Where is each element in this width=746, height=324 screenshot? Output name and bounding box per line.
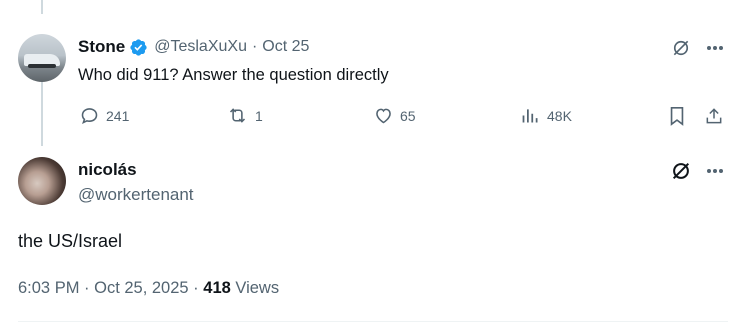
views-count-bold: 418 [203,279,231,297]
divider [18,321,728,322]
tweet-timestamp[interactable]: 6:03 PM · Oct 25, 2025 [18,279,189,297]
thread-line [41,82,43,146]
repost-count: 1 [255,107,263,124]
footer-separator: · [188,279,204,297]
bookmark-icon[interactable] [666,105,688,127]
like-count: 65 [400,107,416,124]
repost-icon [229,108,246,123]
share-icon[interactable] [703,105,725,127]
tweet-footer: 6:03 PM · Oct 25, 2025 · 418 Views [18,279,279,298]
more-options-icon[interactable] [704,37,726,59]
avatar-nicolas[interactable] [18,157,66,205]
avatar-stone[interactable] [18,34,66,82]
reply-author-name[interactable]: nicolás [78,160,137,180]
reply-author-handle[interactable]: @workertenant [78,185,194,205]
grok-icon[interactable] [670,37,692,59]
reply-button[interactable]: 241 [79,105,129,126]
reply-tweet-text: the US/Israel [18,231,123,251]
parent-tweet-header: Stone @TeslaXuXu · Oct 25 [78,37,309,57]
author-handle[interactable]: @TeslaXuXu [154,38,247,56]
reply-icon [81,108,98,124]
reply-count: 241 [106,107,130,124]
reply-handle-row: @workertenant [78,185,194,205]
author-name[interactable]: Stone [78,37,125,57]
thread-line-top [41,0,43,14]
views-label: Views [230,279,280,297]
more-options-icon[interactable] [704,160,726,182]
views-count: 48K [547,107,572,124]
reply-author-name-row: nicolás [78,160,137,180]
views-button[interactable]: 48K [520,105,572,126]
parent-tweet-text: Who did 911? Answer the question directl… [78,66,389,84]
analytics-icon [522,109,538,123]
tweet-date[interactable]: Oct 25 [262,38,309,56]
separator-dot: · [251,38,258,55]
like-button[interactable]: 65 [373,105,416,126]
repost-button[interactable]: 1 [226,105,263,126]
grok-icon[interactable] [670,160,692,182]
heart-icon [376,108,391,124]
verified-badge-icon [129,38,148,57]
